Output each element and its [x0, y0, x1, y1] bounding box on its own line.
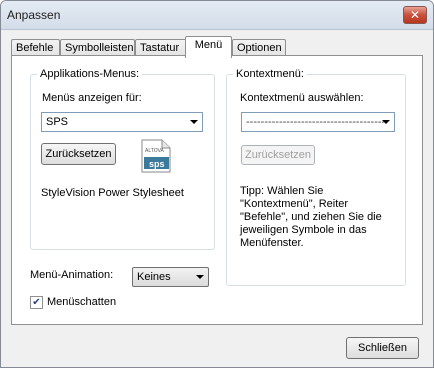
- context-menu-select-value: --------------------------------------: [246, 116, 386, 128]
- dialog-window: Anpassen ✕ Befehle Symbolleisten Tastatu…: [0, 0, 434, 368]
- menu-animation-value: Keines: [137, 271, 171, 283]
- sps-file-icon: ALTOVA sps: [141, 139, 171, 173]
- menu-animation-select[interactable]: Keines: [132, 267, 209, 287]
- show-menus-for-value: SPS: [46, 116, 69, 128]
- show-menus-for-select[interactable]: SPS: [41, 112, 203, 132]
- context-menu-group-label: Kontextmenü:: [233, 68, 307, 80]
- menu-animation-label: Menü-Animation:: [30, 269, 114, 281]
- sps-icon-brand: ALTOVA: [145, 148, 165, 154]
- show-menus-for-label: Menüs anzeigen für:: [42, 92, 142, 104]
- title-bar[interactable]: Anpassen ✕: [1, 1, 433, 30]
- menu-shadow-label[interactable]: Menüschatten: [47, 296, 116, 308]
- close-window-button[interactable]: ✕: [403, 6, 427, 24]
- chevron-down-icon: [382, 120, 390, 124]
- checkmark-icon: ✔: [32, 297, 41, 308]
- menu-shadow-checkbox[interactable]: ✔: [30, 296, 43, 309]
- context-menu-reset-button[interactable]: Zurücksetzen: [241, 145, 315, 165]
- sps-description: StyleVision Power Stylesheet: [41, 187, 184, 199]
- context-menu-tip: Tipp: Wählen Sie "Kontextmenü", Reiter "…: [240, 185, 382, 249]
- close-icon: ✕: [409, 8, 421, 22]
- tab-panel-menue: Applikations-Menus: Menüs anzeigen für: …: [11, 55, 423, 325]
- tab-menue[interactable]: Menü: [185, 36, 232, 58]
- context-menu-group: Kontextmenü: Kontextmenü auswählen: ----…: [226, 68, 406, 286]
- dialog-client-area: Befehle Symbolleisten Tastatur Menü Opti…: [5, 31, 429, 363]
- chevron-down-icon: [190, 120, 198, 124]
- app-menus-group: Applikations-Menus: Menüs anzeigen für: …: [30, 68, 215, 250]
- context-menu-select[interactable]: --------------------------------------: [241, 112, 395, 132]
- app-menus-group-label: Applikations-Menus:: [37, 68, 143, 80]
- sps-icon-badge: sps: [149, 159, 165, 169]
- chevron-down-icon: [196, 275, 204, 279]
- app-menus-reset-button[interactable]: Zurücksetzen: [41, 143, 116, 165]
- close-dialog-button[interactable]: Schließen: [346, 337, 419, 359]
- window-title: Anpassen: [7, 8, 61, 22]
- context-menu-select-label: Kontextmenü auswählen:: [240, 92, 364, 104]
